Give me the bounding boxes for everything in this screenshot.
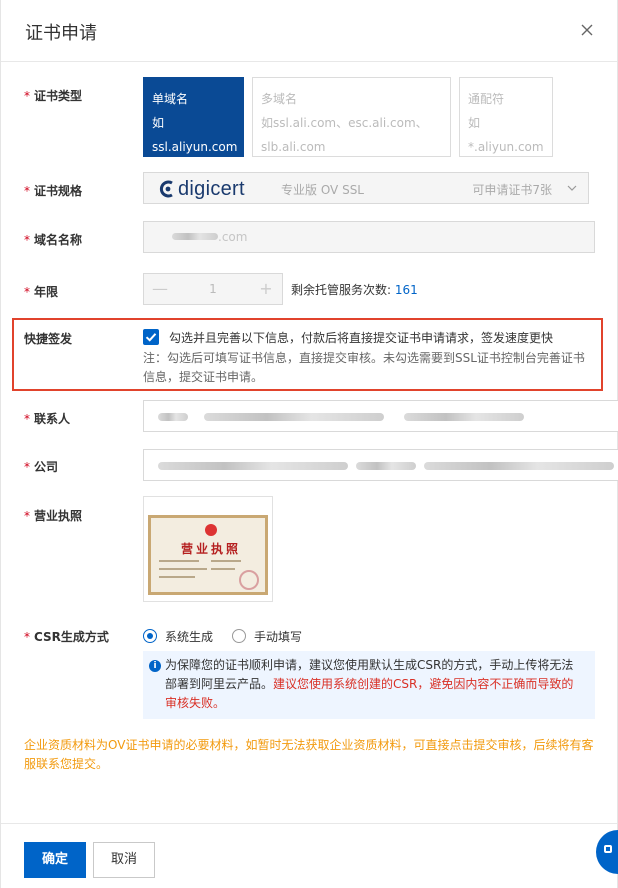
digicert-mark-icon	[159, 180, 173, 198]
csr-manual-label[interactable]: 手动填写	[254, 628, 302, 645]
company-label: * 公司	[24, 460, 59, 474]
quota-count: 161	[394, 283, 418, 297]
chevron-down-icon	[567, 185, 577, 191]
cert-spec-product: 专业版 OV SSL	[281, 183, 364, 197]
csr-manual-radio[interactable]	[232, 629, 246, 643]
dialog-header: 证书申请	[1, 0, 617, 62]
license-label: * 营业执照	[24, 509, 83, 523]
contact-input[interactable]	[143, 400, 618, 432]
quota-text: 剩余托管服务次数: 161	[291, 283, 418, 297]
years-stepper[interactable]: — 1 +	[143, 273, 283, 305]
cert-spec-label: * 证书规格	[24, 184, 83, 198]
business-license-image[interactable]: 营业执照	[143, 496, 273, 602]
cert-spec-available: 可申请证书7张	[472, 183, 552, 197]
cert-type-label: * 证书类型	[24, 89, 83, 103]
cert-type-single-domain[interactable]: 单域名 如ssl.aliyun.com	[143, 77, 244, 157]
dialog-footer: 确定 取消	[1, 823, 617, 888]
years-label: * 年限	[24, 285, 59, 299]
csr-info-box: i 为保障您的证书顺利申请，建议您使用默认生成CSR的方式，手动上传将无法部署到…	[143, 651, 595, 719]
fast-sign-note: 注：勾选后可填写证书信息，直接提交审核。未勾选需要到SSL证书控制台完善证书信息…	[143, 351, 585, 384]
company-input[interactable]	[143, 449, 618, 481]
info-icon: i	[149, 660, 161, 672]
stamp-icon	[239, 570, 259, 590]
csr-system-label[interactable]: 系统生成	[165, 628, 213, 645]
csr-system-radio[interactable]	[143, 629, 157, 643]
cert-apply-dialog: 证书申请 * 证书类型 单域名 如ssl.aliyun.com 多域名 如ssl.…	[0, 0, 618, 888]
close-icon[interactable]	[577, 20, 597, 40]
dialog-title: 证书申请	[25, 23, 97, 44]
cancel-button[interactable]: 取消	[93, 842, 155, 878]
masked-domain	[172, 233, 218, 240]
confirm-button[interactable]: 确定	[24, 842, 86, 878]
license-paper: 营业执照	[148, 515, 268, 595]
csr-label: * CSR生成方式	[24, 630, 109, 644]
cert-type-wildcard[interactable]: 通配符 如*.aliyun.com	[459, 77, 553, 157]
cert-type-multi-domain[interactable]: 多域名 如ssl.ali.com、esc.ali.com、 slb.ali.co…	[252, 77, 451, 157]
digicert-logo: digicert	[158, 177, 245, 201]
fast-sign-text: 勾选并且完善以下信息，付款后将直接提交证书申请请求，签发速度更快	[169, 331, 554, 345]
cert-spec-select[interactable]: digicert 专业版 OV SSL 可申请证书7张	[143, 172, 589, 204]
contact-label: * 联系人	[24, 412, 71, 426]
decrement-button[interactable]: —	[146, 274, 174, 304]
domain-label: * 域名名称	[24, 233, 83, 247]
qualification-notice: 企业资质材料为OV证书申请的必要材料，如暂时无法获取企业资质材料，可直接点击提交…	[24, 738, 594, 771]
years-value[interactable]: 1	[172, 274, 254, 304]
fast-sign-label: 快捷签发	[24, 332, 73, 346]
check-icon	[145, 333, 157, 342]
domain-input[interactable]: .com	[143, 221, 595, 253]
increment-button[interactable]: +	[252, 274, 280, 304]
help-icon	[604, 845, 612, 853]
fast-sign-checkbox[interactable]	[143, 329, 159, 345]
emblem-icon	[205, 524, 217, 536]
